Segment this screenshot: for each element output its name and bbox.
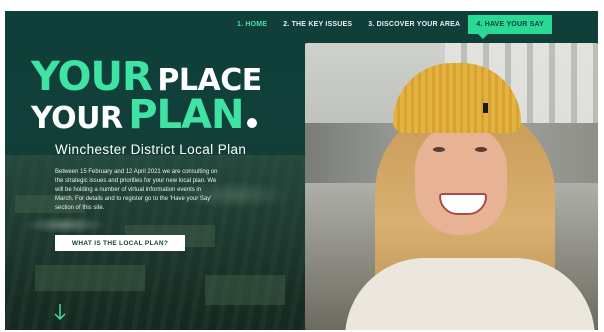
nav-item-key-issues[interactable]: 2. THE KEY ISSUES	[275, 21, 360, 28]
hero-photo-smiling-woman	[305, 43, 598, 330]
nav-item-have-your-say[interactable]: 4. HAVE YOUR SAY	[468, 15, 552, 39]
arrow-down-icon[interactable]	[54, 303, 66, 321]
headline-dot	[247, 118, 258, 128]
intro-paragraph: Between 15 February and 12 April 2021 we…	[55, 169, 218, 211]
what-is-local-plan-button[interactable]: WHAT IS THE LOCAL PLAN?	[55, 235, 185, 251]
main-nav: 1. HOME 2. THE KEY ISSUES 3. DISCOVER YO…	[229, 15, 552, 39]
top-strip	[5, 5, 598, 11]
headline-plan-accent: PLAN	[128, 92, 244, 138]
page-headline: YOUR PLACE YOUR PLAN	[31, 57, 262, 135]
nav-item-discover-area[interactable]: 3. DISCOVER YOUR AREA	[360, 21, 468, 28]
page-subtitle: Winchester District Local Plan	[55, 142, 247, 157]
hero-section: 1. HOME 2. THE KEY ISSUES 3. DISCOVER YO…	[5, 5, 598, 330]
nav-item-home[interactable]: 1. HOME	[229, 21, 275, 28]
headline-your: YOUR	[31, 101, 123, 136]
